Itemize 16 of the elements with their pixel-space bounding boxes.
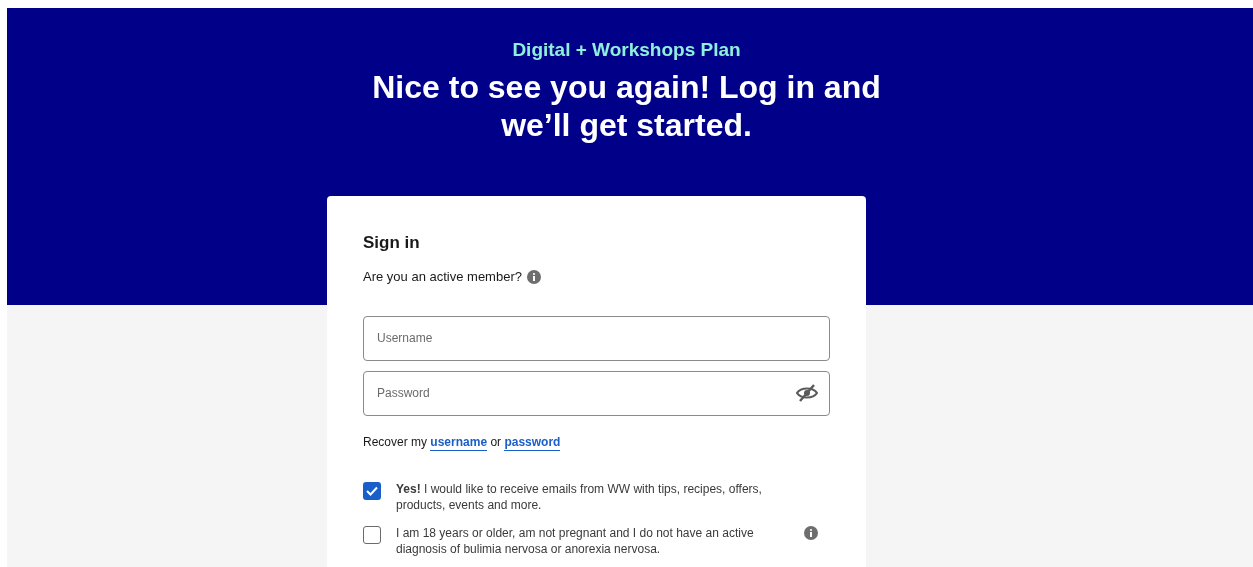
page-heading: Nice to see you again! Log in and we’ll get started. [371, 68, 882, 144]
password-field[interactable]: Password [363, 370, 830, 416]
info-icon[interactable] [526, 269, 541, 284]
username-field[interactable]: Username [363, 315, 830, 361]
card-title: Sign in [363, 233, 421, 253]
info-icon[interactable] [804, 525, 818, 540]
hidden-eye-icon[interactable] [796, 383, 818, 402]
username-link[interactable]: username [430, 434, 488, 451]
consent-text: Yes! I would like to receive emails from WW with tips, recipes, offers, products, events and more. [396, 480, 763, 513]
checkbox[interactable] [363, 481, 381, 500]
member-question: Are you an active member? [363, 268, 522, 286]
recover-text: Recover my username or password [363, 433, 562, 451]
consent-text: I am 18 years or older, am not pregnant and I do not have an active diagnosis of bulimia nervosa or anorexia nervosa. [396, 524, 755, 557]
password-link[interactable]: password [504, 434, 561, 451]
plan-name: Digital + Workshops Plan [512, 38, 741, 62]
checkbox[interactable] [363, 525, 381, 544]
